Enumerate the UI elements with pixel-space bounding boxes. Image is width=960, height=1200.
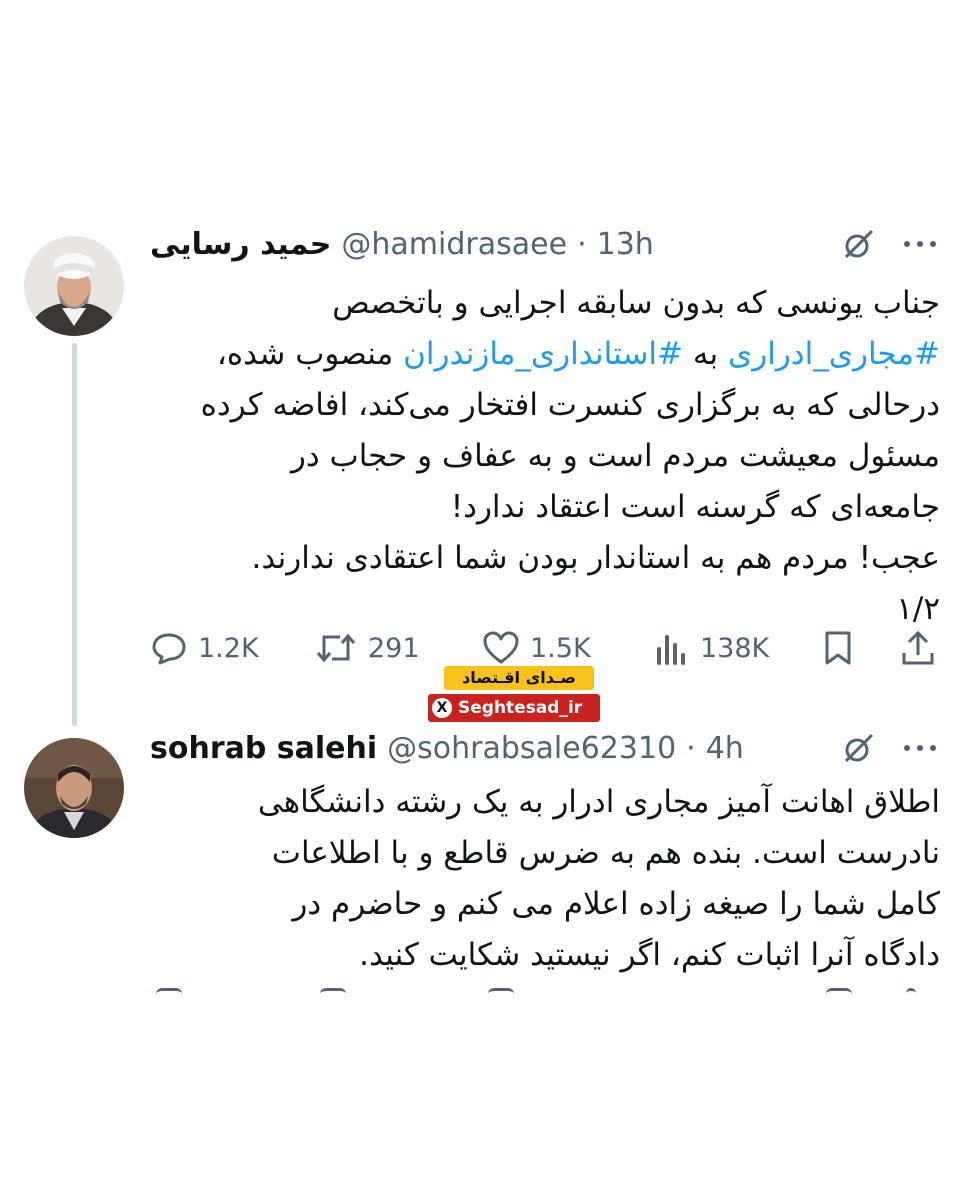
avatar-man-icon — [24, 738, 124, 838]
tweet-text-line: کامل شما را صیغه زاده اعلام می کنم و حاض… — [140, 879, 940, 930]
share-button[interactable] — [900, 626, 936, 670]
reply-button[interactable]: 1.2K — [150, 626, 259, 670]
bookmark-icon[interactable] — [826, 988, 852, 996]
views-button[interactable]: 138K — [652, 626, 769, 670]
thread-connector-line — [72, 343, 77, 726]
text-segment: جامعه‌ای که گرسنه است اعتقاد ندارد! — [450, 489, 940, 525]
text-segment: درحالی که به برگزاری کنسرت افتخار می‌کند… — [200, 387, 940, 423]
tweet-header: sohrab salehi @sohrabsale62310 · 4h — [150, 726, 938, 770]
grok-icon[interactable] — [842, 731, 876, 765]
like-count: 1.5K — [530, 632, 591, 664]
bookmark-icon — [825, 631, 851, 665]
handle[interactable]: @sohrabsale62310 — [387, 731, 676, 766]
tweet-action-bar: 1.2K 291 1.5K 138K — [150, 626, 938, 670]
text-segment: مسئول معیشت مردم است و به عفاف و حجاب در — [290, 438, 940, 474]
avatar[interactable] — [24, 738, 124, 838]
handle[interactable]: @hamidrasaee — [341, 227, 567, 262]
text-segment: عجب! مردم هم به استاندار بودن شما اعتقاد… — [251, 540, 940, 576]
text-segment: دادگاه آنرا اثبات کنم، اگر نیستید شکایت … — [359, 937, 940, 973]
share-icon — [902, 630, 934, 665]
tweet-text-line: نادرست است. بنده هم به ضرس قاطع و با اطل… — [140, 828, 940, 879]
display-name[interactable]: حمید رسایی — [150, 227, 331, 262]
avatar-cleric-icon — [24, 236, 124, 336]
timestamp[interactable]: 13h — [597, 227, 654, 262]
tweet-text-line: جناب یونسی که بدون سابقه اجرایی و باتخصص — [140, 278, 940, 329]
separator-dot: · — [577, 226, 587, 262]
reply-icon — [152, 633, 186, 665]
repost-icon — [316, 633, 356, 663]
more-options-icon[interactable] — [902, 743, 938, 753]
tweet-text-line: دادگاه آنرا اثبات کنم، اگر نیستید شکایت … — [140, 930, 940, 981]
separator-dot: · — [686, 730, 696, 766]
tweet-text-line: جامعه‌ای که گرسنه است اعتقاد ندارد! — [140, 482, 940, 533]
views-count: 138K — [700, 632, 770, 664]
reply-icon[interactable] — [156, 988, 182, 996]
avatar[interactable] — [24, 236, 124, 336]
x-logo-icon: X — [432, 698, 452, 718]
tweet-action-bar-cropped — [150, 988, 938, 996]
bookmark-button[interactable] — [822, 626, 854, 670]
tweet-text-line: عجب! مردم هم به استاندار بودن شما اعتقاد… — [140, 533, 940, 584]
more-options-icon[interactable] — [902, 239, 938, 249]
views-chart-icon — [657, 635, 685, 665]
text-segment: منصوب شده، — [216, 336, 404, 372]
grok-icon[interactable] — [842, 227, 876, 261]
tweet-header: حمید رسایی @hamidrasaee · 13h — [150, 222, 938, 266]
text-segment: جناب یونسی که بدون سابقه اجرایی و باتخصص — [332, 285, 940, 321]
like-button[interactable]: 1.5K — [482, 626, 591, 670]
hashtag-link[interactable]: #مجاری_ادراری — [728, 336, 940, 372]
display-name[interactable]: sohrab salehi — [150, 731, 377, 766]
reply-count: 1.2K — [198, 632, 259, 664]
hashtag-link[interactable]: #استانداری_مازندران — [403, 336, 683, 372]
repost-icon[interactable] — [320, 988, 346, 996]
heart-icon[interactable] — [488, 988, 514, 996]
tweet-text: جناب یونسی که بدون سابقه اجرایی و باتخصص… — [140, 278, 940, 635]
watermark-title: صـدای اقـتصاد — [444, 666, 594, 690]
header-actions — [842, 726, 938, 770]
text-segment: اطلاق اهانت آمیز مجاری ادرار به یک رشته … — [257, 784, 940, 820]
author-info: sohrab salehi @sohrabsale62310 · 4h — [150, 731, 744, 766]
heart-icon — [483, 631, 519, 664]
tweet-text-line: #مجاری_ادراری به #استانداری_مازندران منص… — [140, 329, 940, 380]
text-segment: کامل شما را صیغه زاده اعلام می کنم و حاض… — [292, 886, 940, 922]
text-segment: به — [683, 336, 728, 372]
timestamp[interactable]: 4h — [706, 731, 744, 766]
share-icon[interactable] — [906, 988, 916, 996]
text-segment: نادرست است. بنده هم به ضرس قاطع و با اطل… — [271, 835, 940, 871]
tweet-text-line: اطلاق اهانت آمیز مجاری ادرار به یک رشته … — [140, 777, 940, 828]
watermark-badge: صـدای اقـتصاد X Seghtesad_ir — [428, 666, 600, 722]
tweet-text-line: مسئول معیشت مردم است و به عفاف و حجاب در — [140, 431, 940, 482]
text-segment: ۱/۲ — [896, 591, 940, 627]
watermark-handle: Seghtesad_ir — [458, 698, 583, 718]
repost-button[interactable]: 291 — [314, 626, 420, 670]
header-actions — [842, 222, 938, 266]
tweet-text: اطلاق اهانت آمیز مجاری ادرار به یک رشته … — [140, 777, 940, 981]
repost-count: 291 — [368, 632, 420, 664]
watermark-handle-bar: X Seghtesad_ir — [428, 694, 600, 722]
tweet-text-line: درحالی که به برگزاری کنسرت افتخار می‌کند… — [140, 380, 940, 431]
author-info: حمید رسایی @hamidrasaee · 13h — [150, 227, 654, 262]
